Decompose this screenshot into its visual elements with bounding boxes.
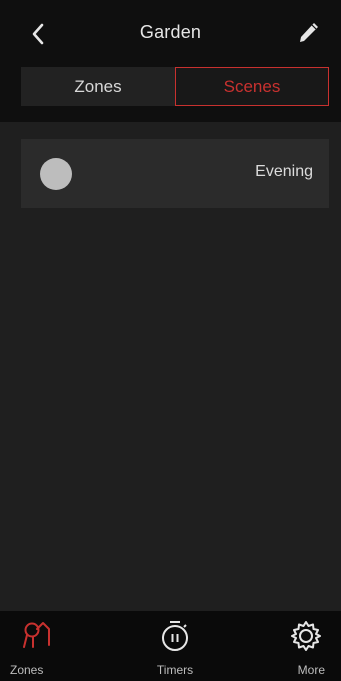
stopwatch-icon — [162, 621, 188, 651]
pencil-icon — [300, 23, 318, 42]
tab-scenes-segment[interactable]: Scenes — [175, 67, 329, 106]
zones-icon — [23, 622, 50, 648]
tab-zones-segment[interactable]: Zones — [21, 67, 175, 106]
scene-status-indicator — [40, 158, 72, 190]
tab-more[interactable]: More — [271, 611, 341, 681]
edit-button[interactable] — [293, 18, 323, 48]
scenes-list: Evening — [0, 122, 341, 611]
tab-timers-label: Timers — [156, 663, 194, 677]
tab-zones-label: Zones — [10, 663, 44, 677]
scene-name: Evening — [255, 163, 313, 180]
gear-icon — [291, 621, 321, 651]
page-title: Garden — [139, 22, 202, 42]
bottom-tab-bar: Zones Timers More — [0, 611, 341, 681]
list-item[interactable]: Evening — [21, 139, 329, 208]
app-screen: Garden Zones Scenes Evening Zones Timers… — [0, 0, 341, 681]
tab-timers[interactable]: Timers — [140, 611, 210, 681]
tab-zones[interactable]: Zones — [2, 611, 72, 681]
header: Garden Zones Scenes — [0, 0, 341, 122]
tab-more-label: More — [297, 663, 325, 677]
